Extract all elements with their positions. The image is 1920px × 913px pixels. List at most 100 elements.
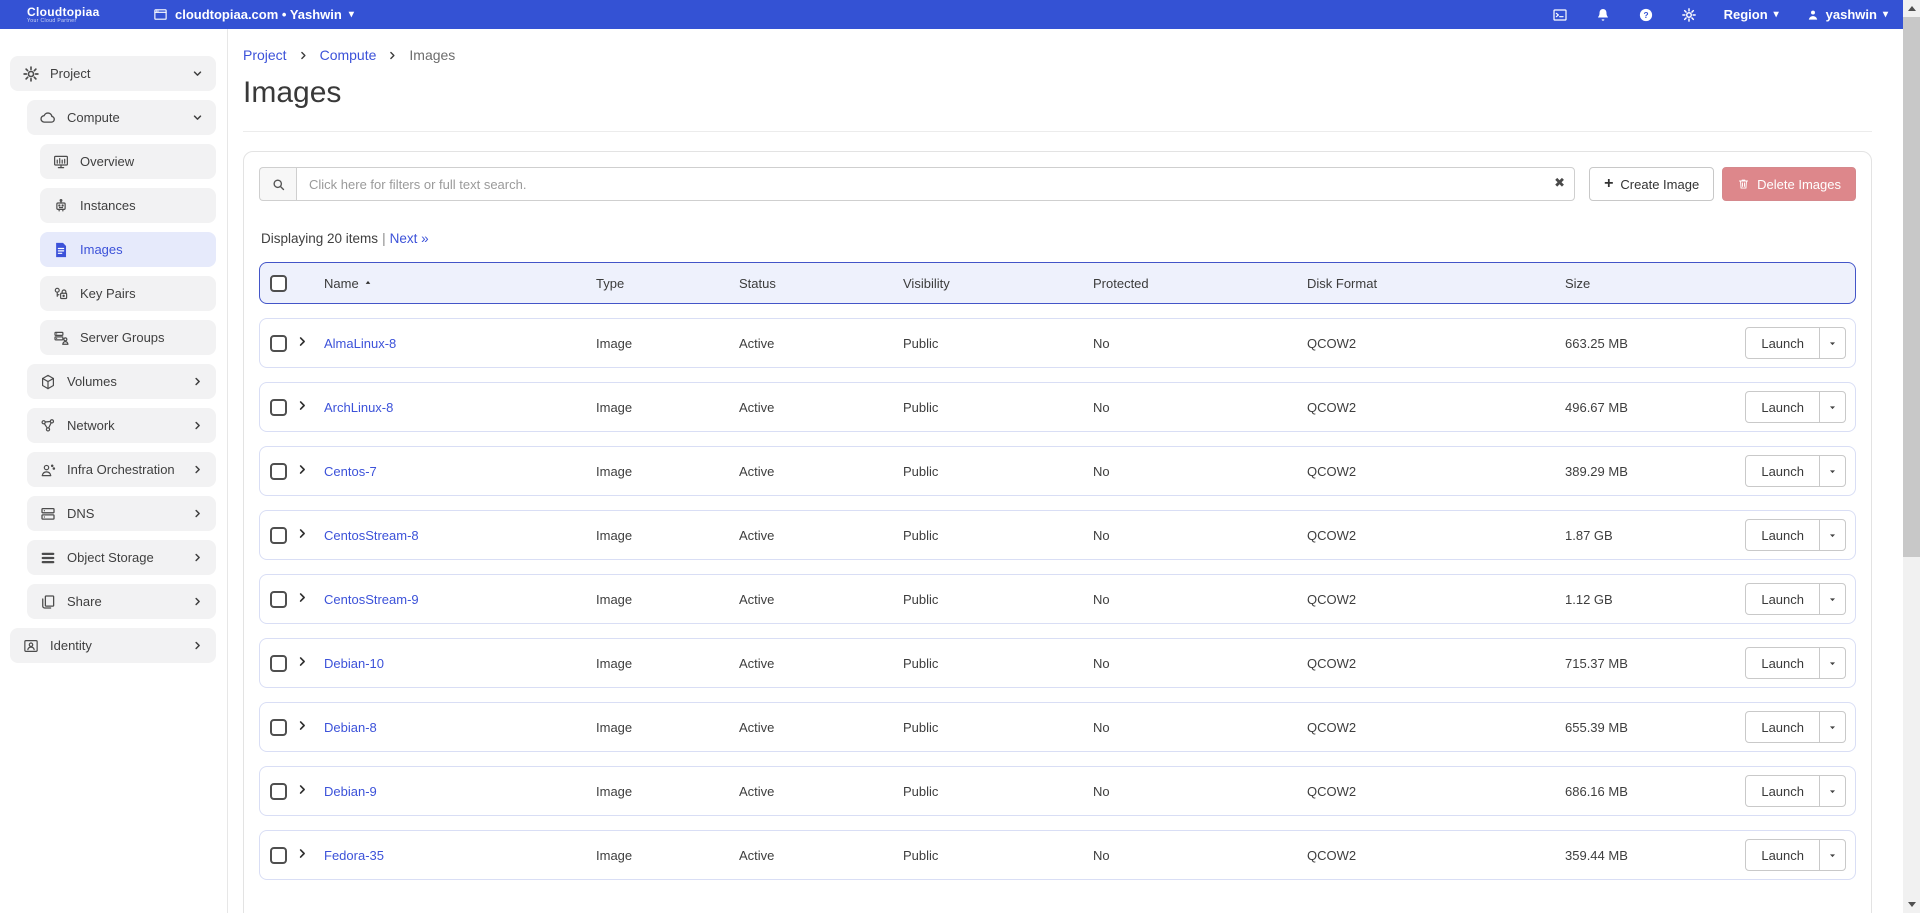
sidebar-item-volumes[interactable]: Volumes [27, 364, 216, 399]
expand-row-icon[interactable] [296, 335, 309, 348]
row-checkbox[interactable] [270, 335, 287, 352]
user-menu[interactable]: yashwin ▾ [1806, 7, 1888, 22]
launch-button[interactable]: Launch [1745, 583, 1820, 615]
launch-dropdown-toggle[interactable] [1819, 711, 1846, 743]
key-pairs-icon [52, 285, 70, 303]
expand-row-icon[interactable] [296, 847, 309, 860]
scroll-up-button[interactable] [1903, 0, 1920, 17]
launch-button[interactable]: Launch [1745, 839, 1820, 871]
launch-button[interactable]: Launch [1745, 327, 1820, 359]
clear-search-icon[interactable]: ✖ [1554, 175, 1565, 191]
launch-dropdown-toggle[interactable] [1819, 327, 1846, 359]
launch-button[interactable]: Launch [1745, 391, 1820, 423]
expand-row-icon[interactable] [296, 655, 309, 668]
breadcrumb-compute[interactable]: Compute [320, 47, 377, 63]
image-name-link[interactable]: ArchLinux-8 [324, 400, 393, 415]
image-name-link[interactable]: AlmaLinux-8 [324, 336, 396, 351]
row-checkbox[interactable] [270, 591, 287, 608]
scrollbar-thumb[interactable] [1903, 17, 1920, 557]
launch-button[interactable]: Launch [1745, 455, 1820, 487]
cell-protected: No [1093, 592, 1307, 607]
launch-button[interactable]: Launch [1745, 775, 1820, 807]
sidebar-item-identity[interactable]: Identity [10, 628, 216, 663]
delete-images-button[interactable]: Delete Images [1722, 167, 1856, 201]
help-icon[interactable]: ? [1638, 7, 1654, 23]
row-checkbox[interactable] [270, 655, 287, 672]
launch-button[interactable]: Launch [1745, 711, 1820, 743]
row-checkbox[interactable] [270, 783, 287, 800]
expand-row-icon[interactable] [296, 719, 309, 732]
cell-visibility: Public [903, 720, 1093, 735]
cell-disk-format: QCOW2 [1307, 336, 1565, 351]
expand-row-icon[interactable] [296, 463, 309, 476]
column-header-type[interactable]: Type [596, 276, 739, 291]
vertical-scrollbar[interactable] [1903, 0, 1920, 913]
chevron-right-icon [191, 595, 204, 608]
column-header-name[interactable]: Name [324, 276, 596, 291]
image-name-link[interactable]: CentosStream-8 [324, 528, 419, 543]
sidebar-item-project[interactable]: Project [10, 56, 216, 91]
launch-dropdown-toggle[interactable] [1819, 839, 1846, 871]
row-checkbox[interactable] [270, 463, 287, 480]
column-header-protected[interactable]: Protected [1093, 276, 1307, 291]
next-page-link[interactable]: Next » [390, 231, 429, 246]
cell-size: 1.12 GB [1565, 592, 1727, 607]
launch-dropdown-toggle[interactable] [1819, 455, 1846, 487]
breadcrumb: ProjectComputeImages [243, 47, 1872, 63]
cell-protected: No [1093, 784, 1307, 799]
cell-visibility: Public [903, 528, 1093, 543]
brand-logo[interactable]: Cloudtopiaa Your Cloud Partner [0, 6, 153, 24]
select-all-checkbox[interactable] [270, 275, 287, 292]
cell-protected: No [1093, 848, 1307, 863]
image-name-link[interactable]: Debian-10 [324, 656, 384, 671]
row-checkbox[interactable] [270, 527, 287, 544]
sidebar-item-infra-orchestration[interactable]: Infra Orchestration [27, 452, 216, 487]
launch-dropdown-toggle[interactable] [1819, 583, 1846, 615]
column-header-status[interactable]: Status [739, 276, 903, 291]
row-checkbox[interactable] [270, 847, 287, 864]
console-icon[interactable] [1552, 7, 1568, 23]
sidebar-item-dns[interactable]: DNS [27, 496, 216, 531]
launch-dropdown-toggle[interactable] [1819, 391, 1846, 423]
breadcrumb-project[interactable]: Project [243, 47, 287, 63]
sidebar-item-object-storage[interactable]: Object Storage [27, 540, 216, 575]
sidebar-item-server-groups[interactable]: Server Groups [40, 320, 216, 355]
launch-button[interactable]: Launch [1745, 519, 1820, 551]
site-project-switcher[interactable]: cloudtopiaa.com • Yashwin ▾ [153, 7, 354, 22]
launch-button[interactable]: Launch [1745, 647, 1820, 679]
create-image-button[interactable]: + Create Image [1589, 167, 1714, 201]
gear-icon[interactable] [1681, 7, 1697, 23]
image-name-link[interactable]: Centos-7 [324, 464, 377, 479]
image-name-link[interactable]: CentosStream-9 [324, 592, 419, 607]
expand-row-icon[interactable] [296, 527, 309, 540]
region-menu[interactable]: Region ▾ [1724, 7, 1779, 22]
sidebar-item-key-pairs[interactable]: Key Pairs [40, 276, 216, 311]
identity-icon [22, 637, 40, 655]
sidebar-item-images[interactable]: Images [40, 232, 216, 267]
sidebar-item-overview[interactable]: Overview [40, 144, 216, 179]
row-checkbox[interactable] [270, 719, 287, 736]
sidebar-item-share[interactable]: Share [27, 584, 216, 619]
launch-dropdown-toggle[interactable] [1819, 519, 1846, 551]
image-name-link[interactable]: Fedora-35 [324, 848, 384, 863]
sidebar-item-network[interactable]: Network [27, 408, 216, 443]
expand-row-icon[interactable] [296, 399, 309, 412]
column-header-visibility[interactable]: Visibility [903, 276, 1093, 291]
expand-row-icon[interactable] [296, 783, 309, 796]
row-checkbox[interactable] [270, 399, 287, 416]
scroll-down-button[interactable] [1903, 896, 1920, 913]
image-name-link[interactable]: Debian-9 [324, 784, 377, 799]
column-header-size[interactable]: Size [1565, 276, 1727, 291]
cloud-icon [39, 109, 57, 127]
sidebar-item-instances[interactable]: Instances [40, 188, 216, 223]
cell-disk-format: QCOW2 [1307, 720, 1565, 735]
bell-icon[interactable] [1595, 7, 1611, 23]
column-header-disk-format[interactable]: Disk Format [1307, 276, 1565, 291]
expand-row-icon[interactable] [296, 591, 309, 604]
image-name-link[interactable]: Debian-8 [324, 720, 377, 735]
launch-dropdown-toggle[interactable] [1819, 647, 1846, 679]
search-input[interactable] [296, 167, 1575, 201]
volumes-icon [39, 373, 57, 391]
sidebar-item-compute[interactable]: Compute [27, 100, 216, 135]
launch-dropdown-toggle[interactable] [1819, 775, 1846, 807]
